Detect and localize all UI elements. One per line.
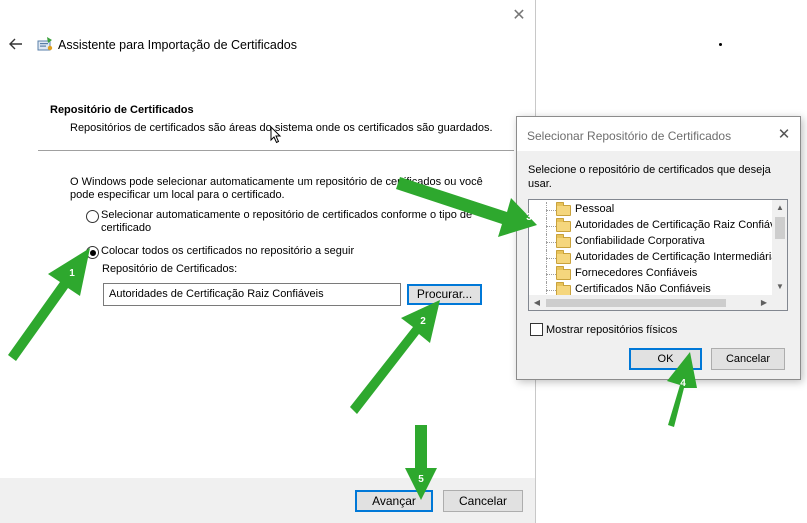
certificate-wizard-icon xyxy=(37,37,53,51)
tree-item-label[interactable]: Fornecedores Confiáveis xyxy=(574,267,698,279)
dialog-cancel-button[interactable]: Cancelar xyxy=(711,348,785,370)
step-number-3: 3 xyxy=(526,212,532,223)
mouse-cursor-icon xyxy=(270,126,282,144)
horizontal-scroll-thumb[interactable] xyxy=(546,299,726,307)
radio-manual-label[interactable]: Colocar todos os certificados no reposit… xyxy=(101,245,354,258)
folder-icon xyxy=(556,250,571,264)
step-number-1: 1 xyxy=(69,268,75,279)
scroll-left-icon[interactable]: ◀ xyxy=(529,295,545,310)
folder-icon xyxy=(556,234,571,248)
tree-item-label[interactable]: Autoridades de Certificação Intermediári… xyxy=(574,251,784,263)
stray-dot xyxy=(719,43,722,46)
back-arrow-icon[interactable] xyxy=(8,36,24,52)
store-label: Repositório de Certificados: xyxy=(102,263,238,275)
radio-auto-select[interactable]: Selecionar automaticamente o repositório… xyxy=(86,209,476,235)
dialog-titlebar: Selecionar Repositório de Certificados ✕ xyxy=(517,117,800,151)
cancel-button[interactable]: Cancelar xyxy=(443,490,523,512)
store-tree-list: Pessoal Autoridades de Certificação Raiz … xyxy=(529,202,787,298)
info-text: O Windows pode selecionar automaticament… xyxy=(70,176,483,201)
step-number-2: 2 xyxy=(420,316,426,327)
radio-manual-select[interactable]: Colocar todos os certificados no reposit… xyxy=(86,245,354,259)
store-tree[interactable]: Pessoal Autoridades de Certificação Raiz … xyxy=(528,199,788,311)
scroll-up-icon[interactable]: ▲ xyxy=(772,200,787,216)
next-button[interactable]: Avançar xyxy=(355,490,433,512)
select-store-dialog: Selecionar Repositório de Certificados ✕… xyxy=(516,116,801,380)
tree-connector xyxy=(546,226,556,227)
tree-connector xyxy=(546,210,556,211)
folder-icon xyxy=(556,218,571,232)
tree-connector xyxy=(546,290,556,291)
separator xyxy=(38,150,514,151)
tree-item-label[interactable]: Pessoal xyxy=(574,203,615,215)
tree-item[interactable]: Confiabilidade Corporativa xyxy=(529,234,773,250)
tree-item[interactable]: Autoridades de Certificação Raiz Confiáv… xyxy=(529,218,787,234)
scroll-right-icon[interactable]: ▶ xyxy=(756,295,772,310)
tree-item-label[interactable]: Certificados Não Confiáveis xyxy=(574,283,712,295)
radio-manual-indicator[interactable] xyxy=(86,246,99,259)
dialog-title: Selecionar Repositório de Certificados xyxy=(527,129,732,143)
tree-connector xyxy=(546,242,556,243)
dialog-prompt: Selecione o repositório de certificados … xyxy=(528,164,771,190)
browse-button[interactable]: Procurar... xyxy=(407,284,482,305)
tree-item-label[interactable]: Confiabilidade Corporativa xyxy=(574,235,706,247)
step-number-5: 5 xyxy=(418,474,424,485)
folder-icon xyxy=(556,202,571,216)
close-icon[interactable]: ✕ xyxy=(775,126,793,144)
store-field[interactable]: Autoridades de Certificação Raiz Confiáv… xyxy=(103,283,401,306)
window-title: Assistente para Importação de Certificad… xyxy=(58,38,298,52)
scroll-down-icon[interactable]: ▼ xyxy=(772,279,787,295)
radio-auto-indicator[interactable] xyxy=(86,210,99,223)
folder-icon xyxy=(556,266,571,280)
checkbox-indicator[interactable] xyxy=(530,323,543,336)
section-heading: Repositório de Certificados xyxy=(50,104,194,116)
tree-connector xyxy=(546,258,556,259)
tree-item[interactable]: Fornecedores Confiáveis xyxy=(529,266,773,282)
radio-auto-label[interactable]: Selecionar automaticamente o repositório… xyxy=(101,209,476,235)
tree-item[interactable]: Pessoal xyxy=(529,202,773,218)
horizontal-scrollbar[interactable]: ◀ ▶ xyxy=(529,295,772,310)
ok-button[interactable]: OK xyxy=(629,348,702,370)
tree-item-label[interactable]: Autoridades de Certificação Raiz Confiáv… xyxy=(574,219,787,231)
close-icon[interactable]: ✕ xyxy=(510,7,528,25)
scroll-corner xyxy=(772,295,787,310)
step-number-4: 4 xyxy=(680,378,686,389)
tree-item[interactable]: Autoridades de Certificação Intermediári… xyxy=(529,250,783,266)
vertical-scroll-thumb[interactable] xyxy=(775,217,785,239)
tree-connector xyxy=(546,274,556,275)
show-physical-label[interactable]: Mostrar repositórios físicos xyxy=(546,324,677,336)
vertical-scrollbar[interactable]: ▲ ▼ xyxy=(772,200,787,295)
import-wizard-window: ✕ Assistente para Importação de Certific… xyxy=(0,0,536,523)
show-physical-stores-checkbox[interactable]: Mostrar repositórios físicos xyxy=(530,323,677,336)
